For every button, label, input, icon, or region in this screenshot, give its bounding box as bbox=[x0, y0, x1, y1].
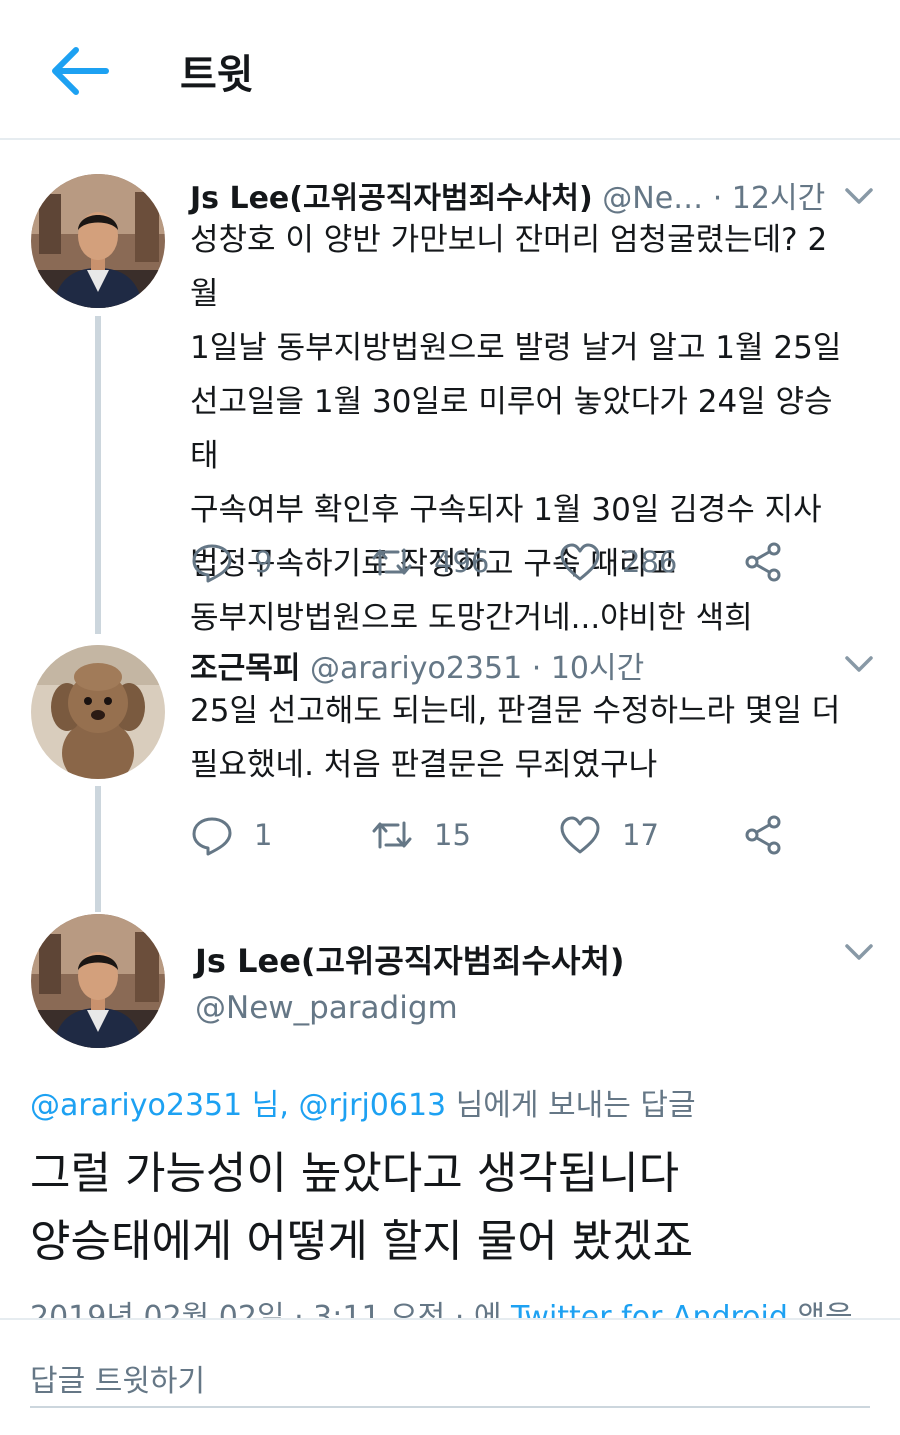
display-name[interactable]: Js Lee(고위공직자범죄수사처) bbox=[190, 181, 593, 216]
retweet-icon bbox=[372, 821, 412, 849]
reply-bubble-icon bbox=[192, 544, 232, 583]
profile-photo-man bbox=[31, 914, 165, 1048]
retweet-button[interactable]: 496 bbox=[370, 537, 489, 587]
like-count: 17 bbox=[622, 818, 659, 852]
retweet-count: 15 bbox=[434, 818, 471, 852]
share-button[interactable] bbox=[742, 537, 786, 587]
tweet-actions: 9 496 286 bbox=[190, 537, 810, 587]
thread-connector-line bbox=[95, 786, 101, 912]
mention-link[interactable]: @rjrj0613 bbox=[298, 1088, 446, 1123]
tweet-menu-button[interactable] bbox=[842, 940, 876, 964]
display-name[interactable]: 조근목피 bbox=[190, 651, 300, 686]
profile-photo-man bbox=[31, 174, 165, 308]
retweet-button[interactable]: 15 bbox=[370, 810, 471, 860]
tweet-menu-button[interactable] bbox=[842, 184, 876, 208]
chevron-down-icon bbox=[845, 944, 873, 960]
display-name[interactable]: Js Lee(고위공직자범죄수사처) bbox=[195, 936, 625, 982]
heart-icon bbox=[560, 816, 600, 854]
meta-suffix: 앱을 bbox=[797, 1300, 853, 1318]
tweet-menu-button[interactable] bbox=[842, 652, 876, 676]
tweet-time[interactable]: 12시간 bbox=[732, 181, 825, 216]
main-tweet-text: 그럴 가능성이 높았다고 생각됩니다 양승태에게 어떻게 할지 물어 봤겠죠 bbox=[30, 1148, 694, 1267]
heart-icon bbox=[560, 543, 600, 581]
top-app-bar: 트윗 bbox=[0, 0, 900, 140]
tweet-date: 2019년 02월 02일 · 3:11 오전 · 에 bbox=[30, 1300, 502, 1318]
like-count: 286 bbox=[622, 545, 678, 579]
reply-bubble-icon bbox=[192, 817, 232, 856]
profile-photo-dog bbox=[31, 645, 165, 779]
user-handle[interactable]: @arariyo2351 bbox=[310, 651, 522, 686]
replying-to: @arariyo2351 님, @rjrj0613 님에게 보내는 답글 bbox=[30, 1080, 696, 1124]
share-icon bbox=[745, 815, 781, 855]
share-icon bbox=[745, 542, 781, 582]
user-handle[interactable]: @Ne… bbox=[602, 181, 703, 216]
reply-button[interactable]: 1 bbox=[190, 810, 272, 860]
arrow-left-icon bbox=[52, 47, 109, 95]
page-title: 트윗 bbox=[180, 52, 254, 98]
mention-link[interactable]: @arariyo2351 님, bbox=[30, 1088, 289, 1123]
reply-count: 9 bbox=[254, 545, 273, 579]
separator-dot: · bbox=[712, 181, 723, 216]
like-button[interactable]: 286 bbox=[558, 537, 677, 587]
thread-connector-line bbox=[95, 316, 101, 634]
chevron-down-icon bbox=[845, 656, 873, 672]
reply-button[interactable]: 9 bbox=[190, 537, 272, 587]
tweet-actions: 1 15 17 bbox=[190, 810, 810, 860]
tweet-text: 25일 선고해도 되는데, 판결문 수정하느라 몇일 더 필요했네. 처음 판결… bbox=[190, 693, 841, 783]
avatar[interactable] bbox=[31, 914, 165, 1048]
user-handle[interactable]: @New_paradigm bbox=[195, 990, 458, 1026]
replying-to-label: 님에게 보내는 답글 bbox=[455, 1088, 696, 1123]
share-button[interactable] bbox=[742, 810, 786, 860]
tweet-time[interactable]: 10시간 bbox=[551, 651, 644, 686]
reply-input[interactable] bbox=[30, 1356, 870, 1408]
retweet-icon bbox=[372, 548, 412, 576]
back-button[interactable] bbox=[40, 36, 120, 106]
chevron-down-icon bbox=[845, 188, 873, 204]
reply-composer bbox=[0, 1318, 900, 1435]
tweet-header: 조근목피 @arariyo2351 · 10시간 bbox=[190, 643, 644, 687]
reply-count: 1 bbox=[254, 818, 273, 852]
source-link[interactable]: Twitter for Android bbox=[511, 1300, 788, 1318]
tweet-header: Js Lee(고위공직자범죄수사처) @Ne… · 12시간 bbox=[190, 173, 825, 217]
like-button[interactable]: 17 bbox=[558, 810, 659, 860]
separator-dot: · bbox=[531, 651, 542, 686]
tweet-meta: 2019년 02월 02일 · 3:11 오전 · 에 Twitter for … bbox=[30, 1296, 870, 1318]
retweet-count: 496 bbox=[434, 545, 490, 579]
avatar[interactable] bbox=[31, 645, 165, 779]
avatar[interactable] bbox=[31, 174, 165, 308]
